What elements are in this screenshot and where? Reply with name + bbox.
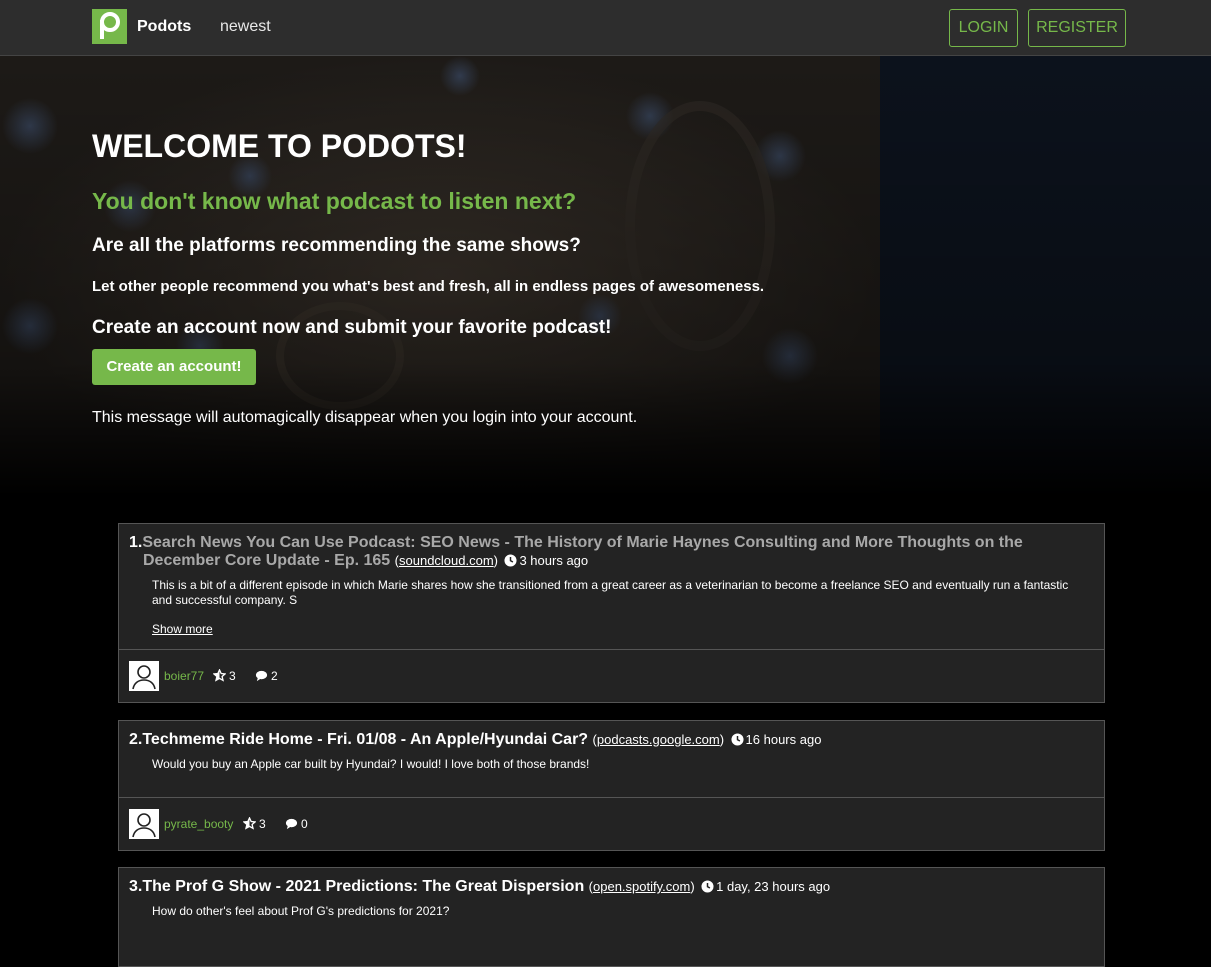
welcome-pitch: Let other people recommend you what's be… [92,278,765,295]
welcome-note: This message will automagically disappea… [92,409,638,426]
clock-icon [730,733,744,746]
post-card: 1.Search News You Can Use Podcast: SEO N… [118,523,1105,703]
post-source: (soundcloud.com) [394,553,499,568]
clock-icon [504,554,518,567]
star-icon [212,668,227,682]
clock-icon [701,880,714,893]
post-number: 1. [129,534,143,551]
post-card: 2.Techmeme Ride Home - Fri. 01/08 - An A… [118,720,1105,851]
post-title-line: 3.The Prof G Show - 2021 Predictions: Th… [129,878,1094,896]
post-source-link[interactable]: open.spotify.com [593,879,690,894]
post-footer: boier77 3 2 [119,649,1104,702]
star-icon [242,816,257,830]
post-time-text: 16 hours ago [745,732,822,747]
create-account-button[interactable]: Create an account! [92,349,256,385]
post-time-text: 3 hours ago [519,553,589,568]
comment-count[interactable]: 0 [285,817,308,831]
star-count[interactable]: 3 [212,668,236,683]
user-avatar-icon[interactable] [129,809,159,839]
post-title-line: 1.Search News You Can Use Podcast: SEO N… [129,534,1094,570]
user-avatar-icon[interactable] [129,661,159,691]
post-description: How do other's feel about Prof G's predi… [152,904,450,918]
star-count[interactable]: 3 [242,816,266,831]
comment-icon [255,670,268,682]
post-card: 3.The Prof G Show - 2021 Predictions: Th… [118,867,1105,967]
post-number: 2. [129,731,143,748]
post-source: (open.spotify.com) [588,879,695,894]
welcome-subtitle: You don't know what podcast to listen ne… [92,188,577,214]
nav-newest-link[interactable]: newest [220,18,271,36]
post-time: 1 day, 23 hours ago [699,879,830,894]
post-username[interactable]: boier77 [164,669,204,683]
post-source-link[interactable]: soundcloud.com [399,553,494,568]
post-time: 3 hours ago [502,553,588,568]
post-source-link[interactable]: podcasts.google.com [597,732,720,747]
post-time: 16 hours ago [729,732,822,747]
post-title-link[interactable]: Techmeme Ride Home - Fri. 01/08 - An App… [142,731,588,748]
welcome-question: Are all the platforms recommending the s… [92,235,581,256]
post-footer: pyrate_booty 3 0 [119,797,1104,850]
navbar: Podots newest LOGIN REGISTER [0,0,1211,56]
comment-count-text: 2 [271,669,278,683]
post-source: (podcasts.google.com) [592,732,725,747]
post-description: Would you buy an Apple car built by Hyun… [152,757,590,771]
welcome-cta-text: Create an account now and submit your fa… [92,317,612,338]
post-title-link[interactable]: The Prof G Show - 2021 Predictions: The … [142,878,584,895]
post-username[interactable]: pyrate_booty [164,817,233,831]
star-count-text: 3 [229,669,236,683]
comment-count-text: 0 [301,817,308,831]
hero-background-image [0,56,1211,496]
post-time-text: 1 day, 23 hours ago [716,879,831,894]
post-description: This is a bit of a different episode in … [152,578,1069,607]
podots-logo-icon[interactable] [92,9,127,44]
register-button[interactable]: REGISTER [1028,9,1126,47]
login-button[interactable]: LOGIN [949,9,1018,47]
post-title-line: 2.Techmeme Ride Home - Fri. 01/08 - An A… [129,731,1094,749]
show-more-link[interactable]: Show more [152,622,213,636]
star-count-text: 3 [259,817,266,831]
comment-count[interactable]: 2 [255,669,278,683]
post-number: 3. [129,878,143,895]
comment-icon [285,818,298,830]
welcome-title: WELCOME TO PODOTS! [92,128,467,164]
welcome-hero: WELCOME TO PODOTS! You don't know what p… [0,56,1211,496]
brand-link[interactable]: Podots [137,18,191,36]
